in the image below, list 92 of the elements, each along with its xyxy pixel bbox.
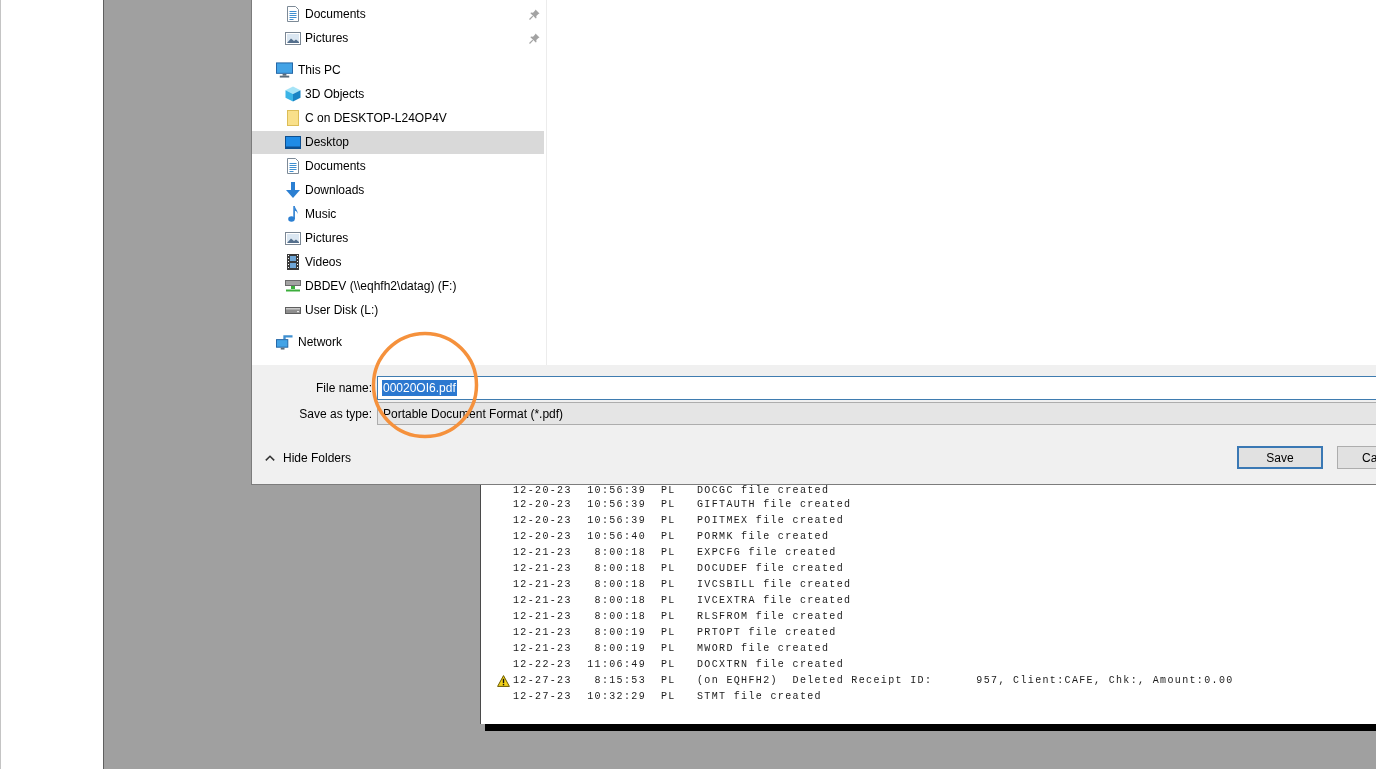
log-date: 12-20-23 bbox=[513, 530, 572, 544]
log-message: PORMK file created bbox=[697, 530, 830, 544]
log-message: POITMEX file created bbox=[697, 514, 845, 528]
nav-item[interactable]: Downloads bbox=[252, 178, 544, 202]
log-message: (on EQHFH2) Deleted Receipt ID: 957, Client:CAFE, Chk:, Amount:0.00 bbox=[697, 674, 1234, 688]
folder-icon bbox=[287, 110, 299, 126]
log-time: 8:00:18 bbox=[594, 594, 646, 608]
log-time: 10:56:39 bbox=[587, 484, 646, 498]
network-icon bbox=[276, 334, 293, 350]
film-icon bbox=[287, 254, 299, 270]
log-user: PL bbox=[661, 578, 676, 592]
nav-item[interactable]: User Disk (L:) bbox=[252, 298, 544, 322]
log-time: 8:00:19 bbox=[594, 626, 646, 640]
pin-icon[interactable] bbox=[529, 32, 540, 44]
log-date: 12-21-23 bbox=[513, 594, 572, 608]
log-message: IVCSBILL file created bbox=[697, 578, 852, 592]
log-time: 8:15:53 bbox=[594, 674, 646, 688]
log-date: 12-27-23 bbox=[513, 674, 572, 688]
field-label: Save as type: bbox=[299, 406, 372, 421]
log-user: PL bbox=[661, 498, 676, 512]
nav-item[interactable]: Pictures bbox=[252, 26, 527, 50]
log-message: PRTOPT file created bbox=[697, 626, 837, 640]
save-button[interactable]: Save bbox=[1237, 446, 1323, 469]
hide-folders-button[interactable]: Hide Folders bbox=[265, 450, 352, 465]
log-user: PL bbox=[661, 626, 676, 640]
log-user: PL bbox=[661, 642, 676, 656]
log-message: MWORD file created bbox=[697, 642, 830, 656]
log-user: PL bbox=[661, 690, 676, 704]
log-message: GIFTAUTH file created bbox=[697, 498, 852, 512]
caret-icon bbox=[265, 454, 275, 461]
nav-item[interactable]: Pictures bbox=[252, 226, 544, 250]
log-user: PL bbox=[661, 546, 676, 560]
log-user: PL bbox=[661, 514, 676, 528]
drive-icon bbox=[285, 306, 301, 314]
nav-item[interactable]: Videos bbox=[252, 250, 544, 274]
file-name-field[interactable]: 00020OI6.pdf bbox=[377, 376, 1376, 400]
log-time: 8:00:18 bbox=[594, 546, 646, 560]
log-date: 12-20-23 bbox=[513, 514, 572, 528]
log-user: PL bbox=[661, 610, 676, 624]
log-date: 12-20-23 bbox=[513, 484, 572, 498]
log-message: EXPCFG file created bbox=[697, 546, 837, 560]
document-icon bbox=[287, 158, 299, 174]
nav-item[interactable]: DBDEV (\\eqhfh2\datag) (F:) bbox=[252, 274, 544, 298]
nav-item[interactable]: Music bbox=[252, 202, 544, 226]
log-user: PL bbox=[661, 562, 676, 576]
log-time: 8:00:18 bbox=[594, 610, 646, 624]
log-user: PL bbox=[661, 674, 676, 688]
pin-icon[interactable] bbox=[529, 8, 540, 20]
log-user: PL bbox=[661, 484, 676, 498]
log-time: 10:56:40 bbox=[587, 530, 646, 544]
log-time: 11:06:49 bbox=[587, 658, 646, 672]
nav-item[interactable]: 3D Objects bbox=[252, 82, 544, 106]
picture-icon bbox=[285, 231, 301, 245]
log-message: STMT file created bbox=[697, 690, 822, 704]
log-date: 12-21-23 bbox=[513, 562, 572, 576]
down-arrow-icon bbox=[286, 182, 300, 198]
log-user: PL bbox=[661, 658, 676, 672]
cube-icon bbox=[285, 86, 301, 102]
log-date: 12-21-23 bbox=[513, 578, 572, 592]
log-user: PL bbox=[661, 594, 676, 608]
log-date: 12-21-23 bbox=[513, 626, 572, 640]
log-time: 10:56:39 bbox=[587, 498, 646, 512]
log-date: 12-27-23 bbox=[513, 690, 572, 704]
log-date: 12-20-23 bbox=[513, 498, 572, 512]
nav-item[interactable]: Documents bbox=[252, 2, 527, 26]
nav-item[interactable]: Network bbox=[252, 330, 544, 354]
document-icon bbox=[287, 6, 299, 22]
field-label: File name: bbox=[315, 381, 372, 395]
log-message: DOCUDEF file created bbox=[697, 562, 845, 576]
monitor-icon bbox=[276, 62, 293, 78]
log-time: 8:00:18 bbox=[594, 578, 646, 592]
nav-item[interactable]: C on DESKTOP-L24OP4V bbox=[252, 106, 544, 130]
log-user: PL bbox=[661, 530, 676, 544]
desktop-icon bbox=[285, 135, 301, 149]
log-time: 10:32:29 bbox=[587, 690, 646, 704]
log-date: 12-21-23 bbox=[513, 546, 572, 560]
music-note-icon bbox=[288, 206, 298, 222]
log-time: 8:00:19 bbox=[594, 642, 646, 656]
log-message: IVCEXTRA file created bbox=[697, 594, 852, 608]
nav-item[interactable]: Documents bbox=[252, 154, 544, 178]
log-message: DOCXTRN file created bbox=[697, 658, 845, 672]
log-date: 12-22-23 bbox=[513, 658, 572, 672]
picture-icon bbox=[285, 31, 301, 45]
log-date: 12-21-23 bbox=[513, 610, 572, 624]
nav-item[interactable]: Desktop bbox=[252, 130, 544, 154]
log-date: 12-21-23 bbox=[513, 642, 572, 656]
log-time: 8:00:18 bbox=[594, 562, 646, 576]
log-time: 10:56:39 bbox=[587, 514, 646, 528]
log-message: DOCGC file created bbox=[697, 484, 830, 498]
nav-item[interactable]: This PC bbox=[252, 58, 544, 82]
network-drive-icon bbox=[285, 280, 301, 292]
log-message: RLSFROM file created bbox=[697, 610, 845, 624]
